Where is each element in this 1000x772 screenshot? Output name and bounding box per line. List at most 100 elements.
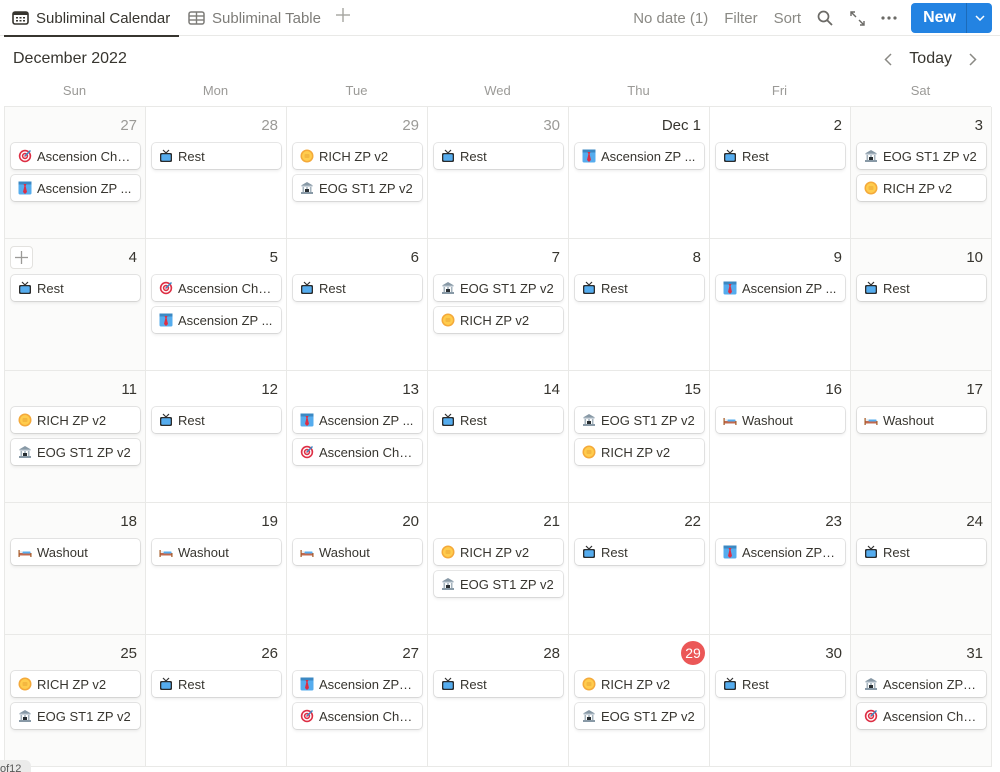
- event-card[interactable]: Rest: [575, 275, 704, 301]
- event-card[interactable]: Ascension ZP ...: [716, 275, 845, 301]
- event-card[interactable]: EOG ST1 ZP v2: [575, 407, 704, 433]
- event-card[interactable]: Ascension Cha...: [11, 143, 140, 169]
- day-cell[interactable]: 24 Rest: [851, 503, 992, 635]
- day-cell[interactable]: 3 EOG ST1 ZP v2 RICH ZP v2: [851, 107, 992, 239]
- day-number: 22: [684, 513, 701, 530]
- day-cell[interactable]: 14 Rest: [428, 371, 569, 503]
- event-card[interactable]: EOG ST1 ZP v2: [11, 439, 140, 465]
- event-card[interactable]: Ascension Cha...: [293, 439, 422, 465]
- event-card[interactable]: Ascension Cha...: [152, 275, 281, 301]
- event-card[interactable]: Rest: [575, 539, 704, 565]
- event-card[interactable]: RICH ZP v2: [575, 439, 704, 465]
- day-cell[interactable]: 6 Rest: [287, 239, 428, 371]
- event-card[interactable]: Washout: [152, 539, 281, 565]
- event-card[interactable]: EOG ST1 ZP v2: [434, 571, 563, 597]
- event-card[interactable]: Rest: [434, 407, 563, 433]
- event-card[interactable]: Rest: [716, 671, 845, 697]
- event-card[interactable]: Rest: [152, 671, 281, 697]
- day-cell[interactable]: 28 Rest: [428, 635, 569, 767]
- add-view-button[interactable]: [333, 4, 353, 28]
- event-card[interactable]: Rest: [434, 671, 563, 697]
- day-cell[interactable]: 13 Ascension ZP ... Ascension Cha...: [287, 371, 428, 503]
- today-button[interactable]: Today: [905, 50, 956, 68]
- event-card[interactable]: Washout: [716, 407, 845, 433]
- day-cell[interactable]: 23 Ascension ZP v2: [710, 503, 851, 635]
- event-card[interactable]: Rest: [716, 143, 845, 169]
- event-card[interactable]: Rest: [152, 143, 281, 169]
- more-button[interactable]: [873, 4, 905, 32]
- day-cell[interactable]: 2 Rest: [710, 107, 851, 239]
- day-cell[interactable]: 8 Rest: [569, 239, 710, 371]
- day-cell[interactable]: 27 Ascension ZP v2 Ascension Cha...: [287, 635, 428, 767]
- day-cell[interactable]: 17 Washout: [851, 371, 992, 503]
- new-button[interactable]: New: [911, 3, 966, 33]
- event-card[interactable]: Rest: [857, 539, 986, 565]
- day-cell[interactable]: 28 Rest: [146, 107, 287, 239]
- event-card[interactable]: Ascension ZP v...: [857, 671, 986, 697]
- event-card[interactable]: RICH ZP v2: [434, 307, 563, 333]
- event-card[interactable]: Rest: [293, 275, 422, 301]
- event-card[interactable]: RICH ZP v2: [434, 539, 563, 565]
- day-cell[interactable]: 29 RICH ZP v2 EOG ST1 ZP v2: [569, 635, 710, 767]
- event-card[interactable]: Washout: [293, 539, 422, 565]
- day-cell[interactable]: 15 EOG ST1 ZP v2 RICH ZP v2: [569, 371, 710, 503]
- event-card[interactable]: Ascension ZP ...: [152, 307, 281, 333]
- day-cell[interactable]: Dec 1 Ascension ZP ...: [569, 107, 710, 239]
- day-cell[interactable]: 10 Rest: [851, 239, 992, 371]
- previous-month-button[interactable]: [877, 48, 899, 70]
- chevron-right-icon: [969, 52, 977, 66]
- event-card[interactable]: Ascension Cha...: [857, 703, 986, 729]
- event-card[interactable]: Ascension ZP v2: [716, 539, 845, 565]
- event-card[interactable]: Ascension ZP v2: [293, 671, 422, 697]
- new-dropdown-button[interactable]: [966, 3, 992, 33]
- event-card[interactable]: RICH ZP v2: [575, 671, 704, 697]
- tab-subliminal-calendar[interactable]: Subliminal Calendar: [4, 0, 179, 37]
- sort-button[interactable]: Sort: [766, 10, 810, 27]
- event-card[interactable]: Rest: [11, 275, 140, 301]
- day-cell[interactable]: 22 Rest: [569, 503, 710, 635]
- day-cell[interactable]: 16 Washout: [710, 371, 851, 503]
- event-card[interactable]: Washout: [11, 539, 140, 565]
- day-cell[interactable]: 27 Ascension Cha... Ascension ZP ...: [5, 107, 146, 239]
- day-cell[interactable]: 25 RICH ZP v2 EOG ST1 ZP v2: [5, 635, 146, 767]
- search-button[interactable]: [809, 4, 841, 32]
- day-cell[interactable]: 31 Ascension ZP v... Ascension Cha...: [851, 635, 992, 767]
- event-card[interactable]: Rest: [152, 407, 281, 433]
- filter-button[interactable]: Filter: [716, 10, 765, 27]
- expand-button[interactable]: [841, 4, 873, 32]
- day-cell[interactable]: 12 Rest: [146, 371, 287, 503]
- day-cell[interactable]: 18 Washout: [5, 503, 146, 635]
- event-card[interactable]: EOG ST1 ZP v2: [857, 143, 986, 169]
- day-cell[interactable]: 29 RICH ZP v2 EOG ST1 ZP v2: [287, 107, 428, 239]
- event-card[interactable]: Washout: [857, 407, 986, 433]
- event-card[interactable]: Rest: [434, 143, 563, 169]
- event-card[interactable]: RICH ZP v2: [11, 671, 140, 697]
- day-cell[interactable]: 26 Rest: [146, 635, 287, 767]
- add-event-button[interactable]: [10, 246, 33, 269]
- no-date-button[interactable]: No date (1): [625, 10, 716, 27]
- day-cell[interactable]: 4 Rest: [5, 239, 146, 371]
- day-cell[interactable]: 9 Ascension ZP ...: [710, 239, 851, 371]
- day-cell[interactable]: 19 Washout: [146, 503, 287, 635]
- day-cell[interactable]: 20 Washout: [287, 503, 428, 635]
- day-cell[interactable]: 30 Rest: [710, 635, 851, 767]
- event-card[interactable]: Ascension ZP ...: [575, 143, 704, 169]
- day-cell[interactable]: 11 RICH ZP v2 EOG ST1 ZP v2: [5, 371, 146, 503]
- event-card[interactable]: Ascension ZP ...: [11, 175, 140, 201]
- day-cell[interactable]: 30 Rest: [428, 107, 569, 239]
- next-month-button[interactable]: [962, 48, 984, 70]
- event-card[interactable]: Ascension ZP ...: [293, 407, 422, 433]
- day-cell[interactable]: 7 EOG ST1 ZP v2 RICH ZP v2: [428, 239, 569, 371]
- event-card[interactable]: EOG ST1 ZP v2: [434, 275, 563, 301]
- event-card[interactable]: RICH ZP v2: [857, 175, 986, 201]
- event-card[interactable]: Ascension Cha...: [293, 703, 422, 729]
- event-card[interactable]: EOG ST1 ZP v2: [293, 175, 422, 201]
- tab-subliminal-table[interactable]: Subliminal Table: [180, 0, 329, 36]
- event-card[interactable]: RICH ZP v2: [11, 407, 140, 433]
- day-cell[interactable]: 5 Ascension Cha... Ascension ZP ...: [146, 239, 287, 371]
- event-card[interactable]: EOG ST1 ZP v2: [11, 703, 140, 729]
- event-card[interactable]: RICH ZP v2: [293, 143, 422, 169]
- day-cell[interactable]: 21 RICH ZP v2 EOG ST1 ZP v2: [428, 503, 569, 635]
- event-card[interactable]: Rest: [857, 275, 986, 301]
- event-card[interactable]: EOG ST1 ZP v2: [575, 703, 704, 729]
